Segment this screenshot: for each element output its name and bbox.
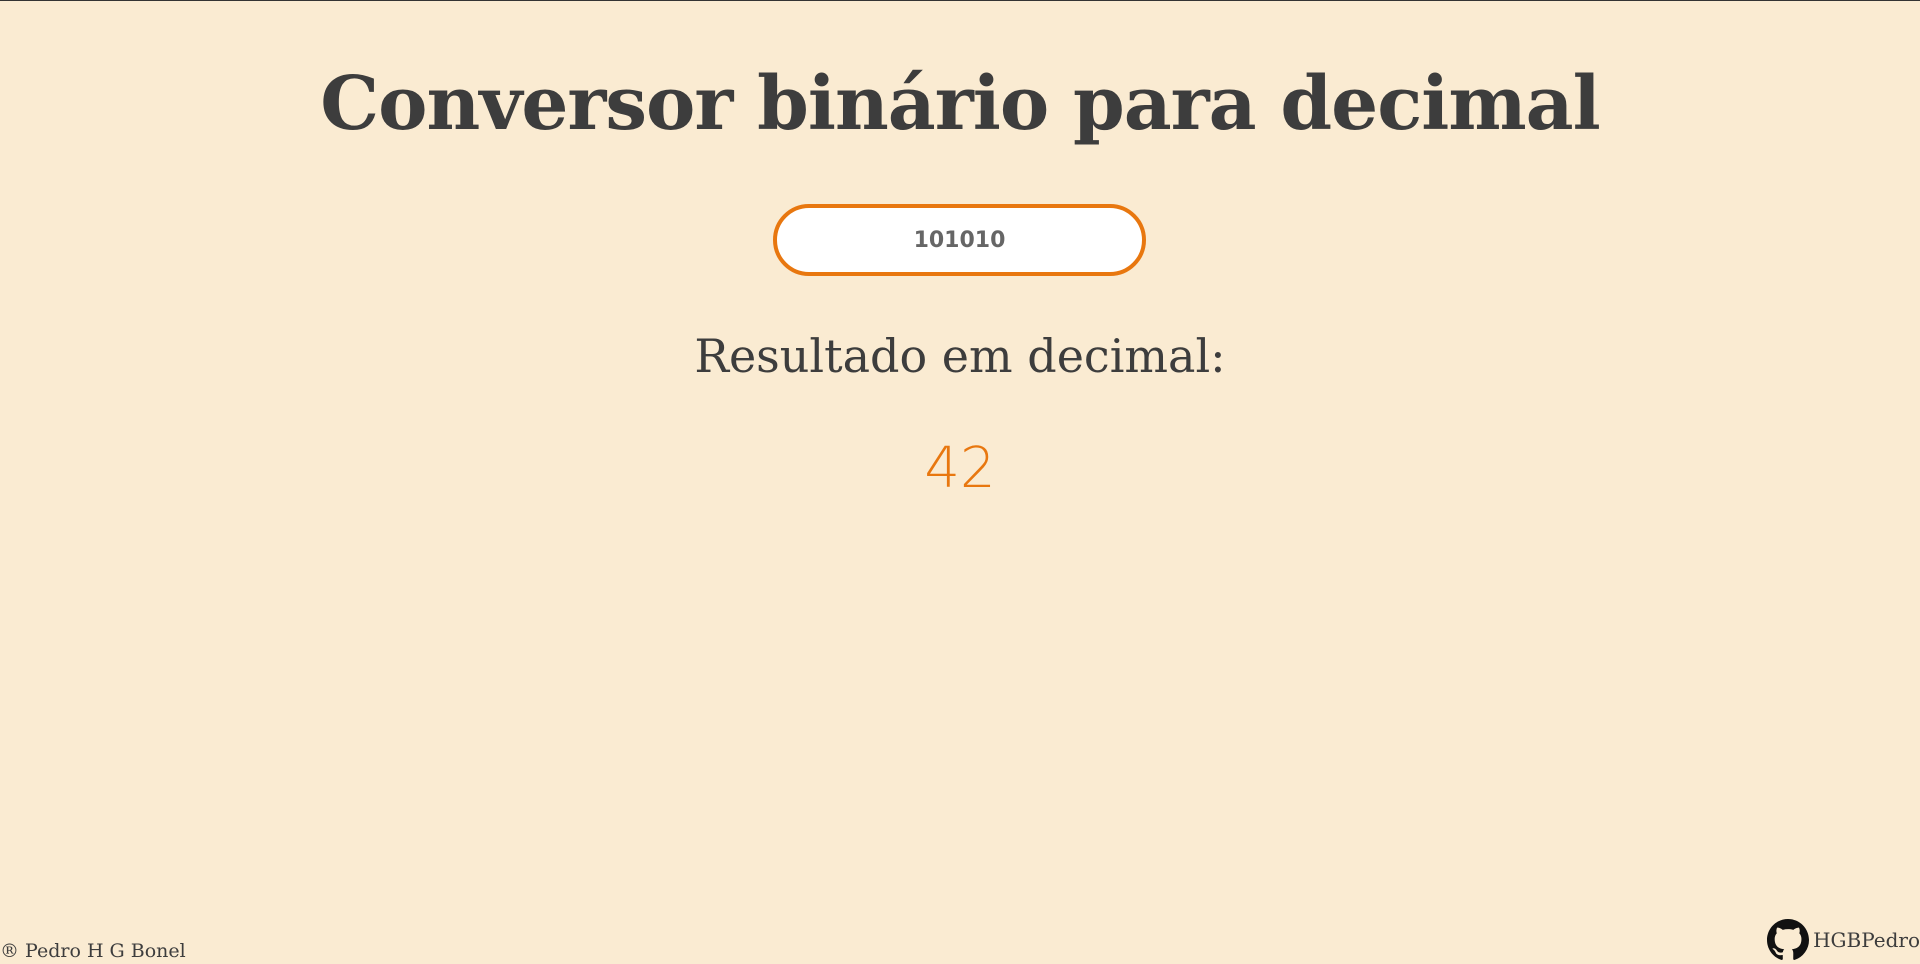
result-label: Resultado em decimal:	[694, 329, 1226, 383]
result-value: 42	[924, 436, 996, 501]
binary-input[interactable]	[773, 204, 1146, 276]
footer-copyright: ® Pedro H G Bonel	[0, 940, 186, 962]
page-title: Conversor binário para decimal	[320, 61, 1600, 147]
github-username: HGBPedro	[1813, 928, 1920, 952]
github-link[interactable]: HGBPedro	[1767, 918, 1920, 962]
github-icon	[1767, 919, 1810, 961]
